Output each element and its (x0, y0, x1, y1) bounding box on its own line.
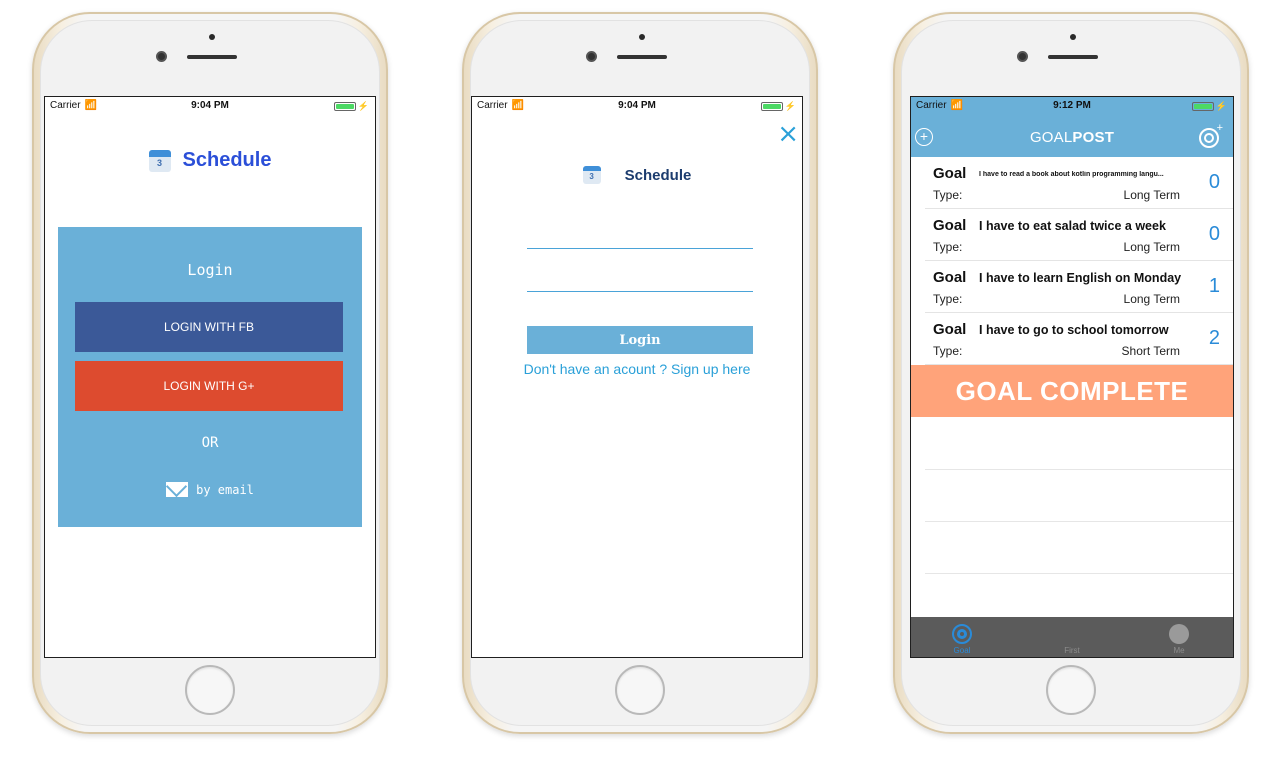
divider (925, 521, 1233, 522)
goal-complete-banner[interactable]: GOAL COMPLETE (911, 365, 1233, 417)
front-camera (586, 51, 597, 62)
login-facebook-button[interactable]: LOGIN WITH FB (75, 302, 343, 352)
goal-row[interactable]: Goal I have to read a book about kotlin … (925, 157, 1233, 209)
email-login-link[interactable]: by email (58, 482, 362, 497)
goal-type-label: Type: (933, 188, 963, 202)
home-button[interactable] (1046, 665, 1096, 715)
goal-count: 1 (1208, 275, 1220, 297)
home-button[interactable] (185, 665, 235, 715)
goal-count: 0 (1208, 171, 1220, 193)
status-bar: Carrier 📶 9:12 PM ⚡ (911, 97, 1233, 115)
login-card: Login LOGIN WITH FB LOGIN WITH G+ OR by … (58, 227, 362, 527)
status-bar: Carrier 📶 9:04 PM ⚡ (45, 97, 375, 115)
divider (925, 573, 1233, 574)
status-time: 9:04 PM (191, 100, 229, 111)
login-screen: Carrier 📶 9:04 PM ⚡ 3 Schedule Login LOGI… (44, 96, 376, 658)
login-button[interactable]: Login (527, 326, 753, 354)
phone-frame-2: Carrier 📶 9:04 PM ⚡ × 3 Schedule Login Do… (462, 12, 818, 734)
email-login-label: by email (196, 482, 254, 497)
goal-text: I have to learn English on Monday (979, 271, 1182, 285)
app-title: 3 Schedule (472, 166, 802, 184)
goal-term: Long Term (1123, 292, 1180, 306)
calendar-icon: 3 (582, 166, 601, 184)
goal-row[interactable]: Goal I have to learn English on Monday T… (925, 261, 1233, 313)
brand-logo: GOALPOST (1029, 129, 1115, 146)
goal-text: I have to eat salad twice a week (979, 219, 1166, 233)
tab-me[interactable]: Me (1149, 624, 1209, 655)
goal-label: Goal (933, 217, 967, 234)
status-time: 9:12 PM (1053, 100, 1091, 111)
email-login-screen: Carrier 📶 9:04 PM ⚡ × 3 Schedule Login Do… (471, 96, 803, 658)
sensor-dot (1070, 34, 1076, 40)
tab-first[interactable]: First (1042, 624, 1102, 655)
front-camera (156, 51, 167, 62)
battery-icon: ⚡ (333, 101, 369, 112)
tab-bar: Goal First Me (911, 617, 1233, 657)
battery-icon: ⚡ (760, 101, 796, 112)
goal-count: 2 (1208, 327, 1220, 349)
goal-term: Long Term (1123, 188, 1180, 202)
mail-icon (166, 482, 189, 497)
status-bar: Carrier 📶 9:04 PM ⚡ (472, 97, 802, 115)
nav-header: Carrier 📶 9:12 PM ⚡ + GOALPOST + (911, 97, 1233, 157)
goal-type-label: Type: (933, 240, 963, 254)
close-icon[interactable]: × (777, 121, 799, 147)
username-input[interactable] (527, 225, 753, 248)
goals-screen: Carrier 📶 9:12 PM ⚡ + GOALPOST + Goal I h… (910, 96, 1234, 658)
target-icon (952, 624, 972, 644)
goal-label: Goal (933, 321, 967, 338)
goal-label: Goal (933, 165, 967, 182)
or-separator: OR (201, 435, 219, 451)
password-input[interactable] (527, 268, 753, 291)
goal-row[interactable]: Goal I have to go to school tomorrow Typ… (925, 313, 1233, 365)
goal-type-label: Type: (933, 292, 963, 306)
tab-label: Goal (953, 646, 971, 655)
goal-term: Long Term (1123, 240, 1180, 254)
goal-text: I have to go to school tomorrow (979, 323, 1169, 337)
tab-label: First (1064, 646, 1080, 655)
tab-goal[interactable]: Goal (932, 624, 992, 655)
battery-icon: ⚡ (1191, 101, 1227, 112)
phone-frame-1: Carrier 📶 9:04 PM ⚡ 3 Schedule Login LOGI… (32, 12, 388, 734)
tab-label: Me (1173, 646, 1185, 655)
divider (925, 469, 1233, 470)
app-title: 3 Schedule (45, 149, 375, 172)
app-name: Schedule (624, 166, 692, 184)
goal-label: Goal (933, 269, 967, 286)
goal-text: I have to read a book about kotlin progr… (979, 171, 1164, 178)
sensor-dot (639, 34, 645, 40)
login-heading: Login (187, 261, 233, 279)
home-button[interactable] (615, 665, 665, 715)
earpiece-speaker (617, 55, 667, 59)
goal-row[interactable]: Goal I have to eat salad twice a week Ty… (925, 209, 1233, 261)
goal-count: 0 (1208, 223, 1220, 245)
goal-term: Short Term (1121, 344, 1180, 358)
calendar-icon: 3 (148, 149, 171, 172)
signup-link[interactable]: Don't have an acount ? Sign up here (472, 361, 802, 377)
earpiece-speaker (1048, 55, 1098, 59)
app-name: Schedule (182, 149, 272, 171)
plus-icon: + (1216, 122, 1223, 134)
goal-type-label: Type: (933, 344, 963, 358)
person-icon (1169, 624, 1189, 644)
password-field[interactable] (527, 268, 753, 292)
sensor-dot (209, 34, 215, 40)
status-time: 9:04 PM (618, 100, 656, 111)
front-camera (1017, 51, 1028, 62)
login-google-button[interactable]: LOGIN WITH G+ (75, 361, 343, 411)
phone-frame-3: Carrier 📶 9:12 PM ⚡ + GOALPOST + Goal I h… (893, 12, 1249, 734)
username-field[interactable] (527, 225, 753, 249)
earpiece-speaker (187, 55, 237, 59)
